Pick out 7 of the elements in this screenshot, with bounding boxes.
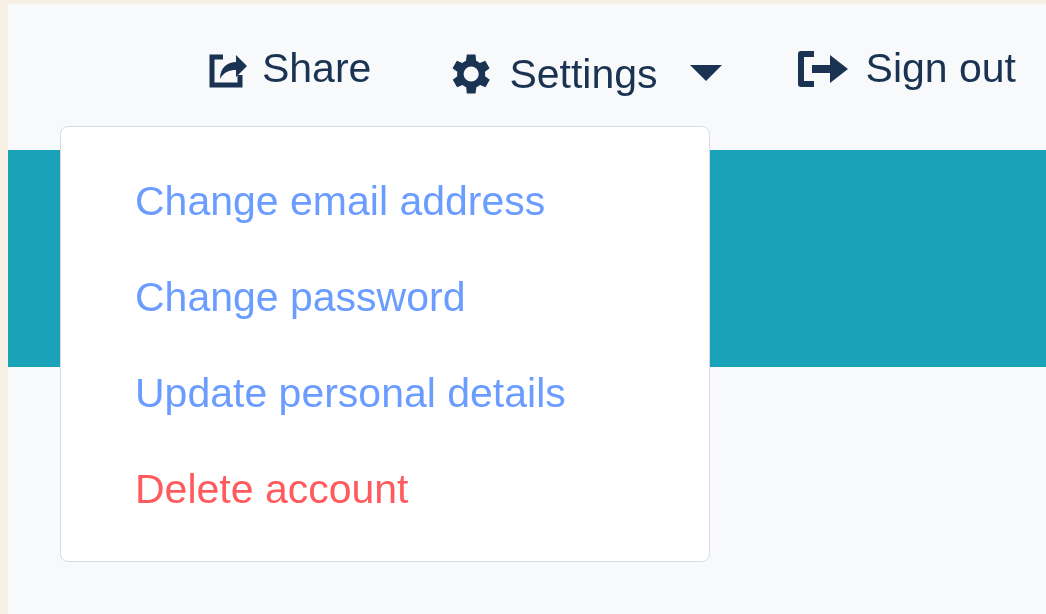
nav-link[interactable]: Settings bbox=[443, 48, 722, 100]
menu-item[interactable]: Change email address bbox=[135, 173, 546, 229]
menu-item[interactable]: Change password bbox=[135, 269, 466, 325]
nav-link[interactable]: Sign out bbox=[793, 48, 1016, 89]
menu-item[interactable]: Update personal details bbox=[135, 365, 566, 421]
menu-item[interactable]: Delete account bbox=[135, 461, 409, 517]
nav-link[interactable]: Share bbox=[207, 48, 372, 89]
